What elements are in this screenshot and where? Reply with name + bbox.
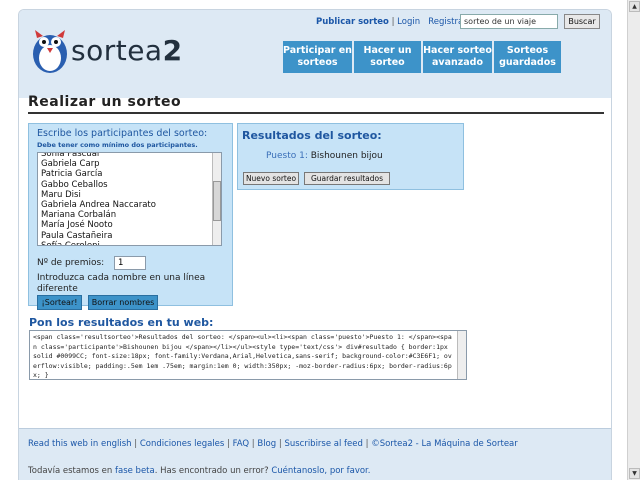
beta-link[interactable]: fase beta xyxy=(115,466,155,476)
intro-text: Introduzca cada nombre en una línea dife… xyxy=(37,273,206,294)
footer: Read this web in english | Condiciones l… xyxy=(19,428,611,480)
participants-subtitle: Debe tener como mínimo dos participantes… xyxy=(37,141,198,149)
login-link[interactable]: Login xyxy=(397,17,420,27)
nav-sorteo-avanzado[interactable]: Hacer sorteo avanzado xyxy=(423,41,493,73)
separator: | xyxy=(391,17,395,27)
participants-panel: Escribe los participantes del sorteo: De… xyxy=(28,123,233,310)
footer-link-faq[interactable]: FAQ xyxy=(233,439,249,449)
top-links: Publicar sorteo | Login Registrar xyxy=(316,17,467,27)
new-draw-button[interactable]: Nuevo sorteo xyxy=(243,172,299,185)
embed-code-textarea[interactable]: <span class='resultsorteo'>Resultados de… xyxy=(29,330,467,380)
draw-button[interactable]: ¡Sortear! xyxy=(37,295,82,310)
result-line: Puesto 1: Bishounen bijou xyxy=(266,151,383,161)
footer-links: Read this web in english | Condiciones l… xyxy=(28,439,518,449)
title-divider xyxy=(28,112,604,114)
nav-sorteos-guardados[interactable]: Sorteos guardados xyxy=(494,41,562,73)
winner-name: Bishounen bijou xyxy=(310,151,383,161)
page-frame: sortea2 Publicar sorteo | Login Registra… xyxy=(18,9,612,480)
clear-names-button[interactable]: Borrar nombres xyxy=(88,295,158,310)
embed-code: <span class='resultsorteo'>Resultados de… xyxy=(33,333,452,379)
position-label: Puesto 1: xyxy=(266,151,308,161)
footer-link-english[interactable]: Read this web in english xyxy=(28,439,132,449)
prizes-label: Nº de premios: xyxy=(37,258,105,268)
header-bar: sortea2 Publicar sorteo | Login Registra… xyxy=(19,10,611,98)
footer-link-legal[interactable]: Condiciones legales xyxy=(140,439,224,449)
footer-link-blog[interactable]: Blog xyxy=(257,439,276,449)
window-scrollbar[interactable]: ▲ ▼ xyxy=(627,0,640,480)
names-list: Sonia Pascual Gabriela Carp Patricia Gar… xyxy=(41,152,156,246)
names-textarea[interactable]: Sonia Pascual Gabriela Carp Patricia Gar… xyxy=(37,152,222,246)
scroll-down-icon[interactable]: ▼ xyxy=(629,468,640,479)
results-panel: Resultados del sorteo: Puesto 1: Bishoun… xyxy=(237,123,464,190)
names-scrollbar[interactable] xyxy=(212,153,221,245)
publish-link[interactable]: Publicar sorteo xyxy=(316,17,389,27)
nav-hacer-sorteo[interactable]: Hacer un sorteo xyxy=(354,41,422,73)
save-results-button[interactable]: Guardar resultados xyxy=(304,172,390,185)
report-error-link[interactable]: Cuéntanoslo, por favor. xyxy=(271,466,370,476)
nav-participar[interactable]: Participar en sorteos xyxy=(283,41,353,73)
footer-link-feed[interactable]: Suscribirse al feed xyxy=(284,439,362,449)
logo[interactable]: sortea2 xyxy=(29,26,199,82)
embed-title: Pon los resultados en tu web: xyxy=(29,316,214,329)
search-input[interactable] xyxy=(460,14,558,29)
beta-notice: Todavía estamos en fase beta. Has encont… xyxy=(28,466,371,476)
results-title: Resultados del sorteo: xyxy=(242,129,382,142)
search-button[interactable]: Buscar xyxy=(564,14,600,29)
prizes-input[interactable] xyxy=(114,256,146,270)
footer-link-copyright[interactable]: ©Sortea2 - La Máquina de Sortear xyxy=(371,439,518,449)
page-title: Realizar un sorteo xyxy=(28,94,182,110)
scroll-up-icon[interactable]: ▲ xyxy=(629,1,640,12)
logo-text: sortea2 xyxy=(71,34,183,67)
names-scroll-thumb[interactable] xyxy=(213,181,221,221)
participants-title: Escribe los participantes del sorteo: xyxy=(37,128,208,139)
mascot-icon xyxy=(33,30,67,73)
code-scrollbar[interactable] xyxy=(457,331,466,379)
